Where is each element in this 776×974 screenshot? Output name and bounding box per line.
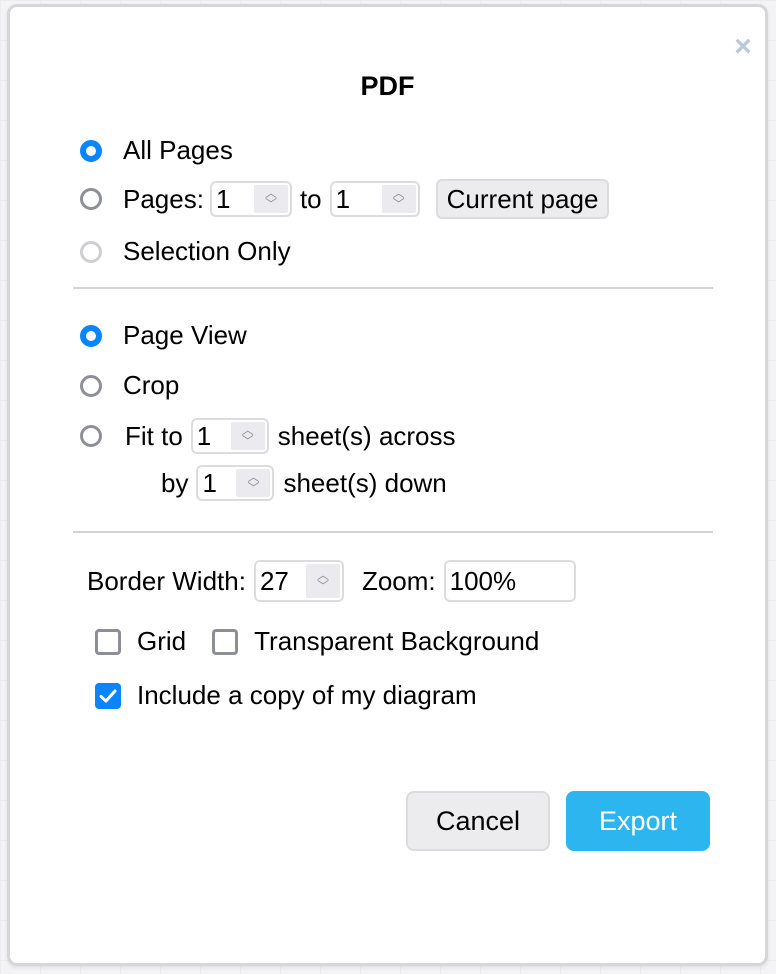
stepper-arrows-icon[interactable]: ︿ ﹀: [236, 469, 271, 497]
radio-button[interactable]: [80, 425, 102, 447]
page-from-value[interactable]: 1: [212, 183, 254, 215]
stepper-arrows-icon[interactable]: ︿ ﹀: [381, 185, 416, 213]
include-copy-label: Include a copy of my diagram: [137, 680, 477, 710]
sheets-down-value[interactable]: 1: [198, 467, 236, 499]
current-page-button[interactable]: Current page: [435, 179, 610, 219]
radio-label: All Pages: [123, 135, 233, 165]
include-copy-row: Include a copy of my diagram: [95, 680, 477, 711]
border-zoom-row: Border Width: 27 ︿ ﹀ Zoom: 100%: [87, 560, 576, 602]
sheets-down-stepper[interactable]: 1 ︿ ﹀: [196, 465, 275, 501]
border-width-stepper[interactable]: 27 ︿ ﹀: [253, 560, 344, 602]
zoom-input[interactable]: 100%: [443, 560, 576, 602]
radio-fit-to-row: Fit to 1 ︿ ﹀ sheet(s) across: [80, 418, 456, 454]
radio-label: Selection Only: [123, 236, 291, 266]
divider: [73, 287, 713, 289]
to-label: to: [299, 183, 322, 214]
checkmark-icon: [99, 689, 117, 702]
border-width-label: Border Width:: [87, 565, 246, 596]
grid-label: Grid: [137, 626, 187, 656]
by-label: by: [161, 467, 189, 498]
radio-selection-only[interactable]: Selection Only: [80, 236, 291, 267]
transparent-background-checkbox[interactable]: [212, 628, 239, 655]
sheets-down-row: by 1 ︿ ﹀ sheet(s) down: [161, 465, 447, 501]
checkbox-row: Grid Transparent Background: [95, 626, 539, 657]
stepper-arrows-icon[interactable]: ︿ ﹀: [230, 422, 265, 450]
radio-button[interactable]: [80, 139, 102, 162]
divider: [73, 531, 713, 533]
dialog-title: PDF: [360, 71, 415, 101]
transparent-background-label: Transparent Background: [254, 626, 540, 656]
stepper-arrows-icon[interactable]: ︿ ﹀: [305, 564, 340, 598]
radio-label: Pages:: [123, 183, 204, 214]
radio-button[interactable]: [80, 324, 102, 347]
stepper-arrows-icon[interactable]: ︿ ﹀: [253, 185, 288, 213]
sheets-across-value[interactable]: 1: [193, 420, 231, 452]
sheets-down-label: sheet(s) down: [283, 467, 447, 498]
cancel-button[interactable]: Cancel: [406, 791, 550, 851]
close-icon[interactable]: ×: [731, 32, 755, 62]
border-width-value[interactable]: 27: [256, 562, 306, 600]
page-from-stepper[interactable]: 1 ︿ ﹀: [209, 181, 292, 217]
radio-pages-row: Pages: 1 ︿ ﹀ to 1 ︿ ﹀ Current page: [80, 179, 610, 219]
radio-all-pages[interactable]: All Pages: [80, 135, 233, 166]
include-copy-checkbox[interactable]: [95, 682, 121, 709]
radio-label: Fit to: [125, 420, 183, 451]
radio-button[interactable]: [80, 188, 102, 210]
radio-label: Page View: [123, 320, 247, 350]
grid-checkbox[interactable]: [95, 628, 121, 655]
radio-label: Crop: [123, 370, 180, 400]
radio-page-view[interactable]: Page View: [80, 320, 247, 351]
sheets-across-label: sheet(s) across: [277, 420, 456, 451]
sheets-across-stepper[interactable]: 1 ︿ ﹀: [190, 418, 269, 454]
radio-button[interactable]: [80, 240, 102, 263]
page-to-stepper[interactable]: 1 ︿ ﹀: [329, 181, 420, 217]
zoom-label: Zoom:: [361, 565, 436, 596]
radio-crop[interactable]: Crop: [80, 370, 179, 401]
pdf-export-dialog: × PDF All Pages Pages: 1 ︿ ﹀ to 1 ︿ ﹀ Curr…: [7, 4, 768, 966]
page-to-value[interactable]: 1: [332, 183, 382, 215]
radio-button[interactable]: [80, 374, 102, 397]
export-button[interactable]: Export: [566, 791, 710, 851]
